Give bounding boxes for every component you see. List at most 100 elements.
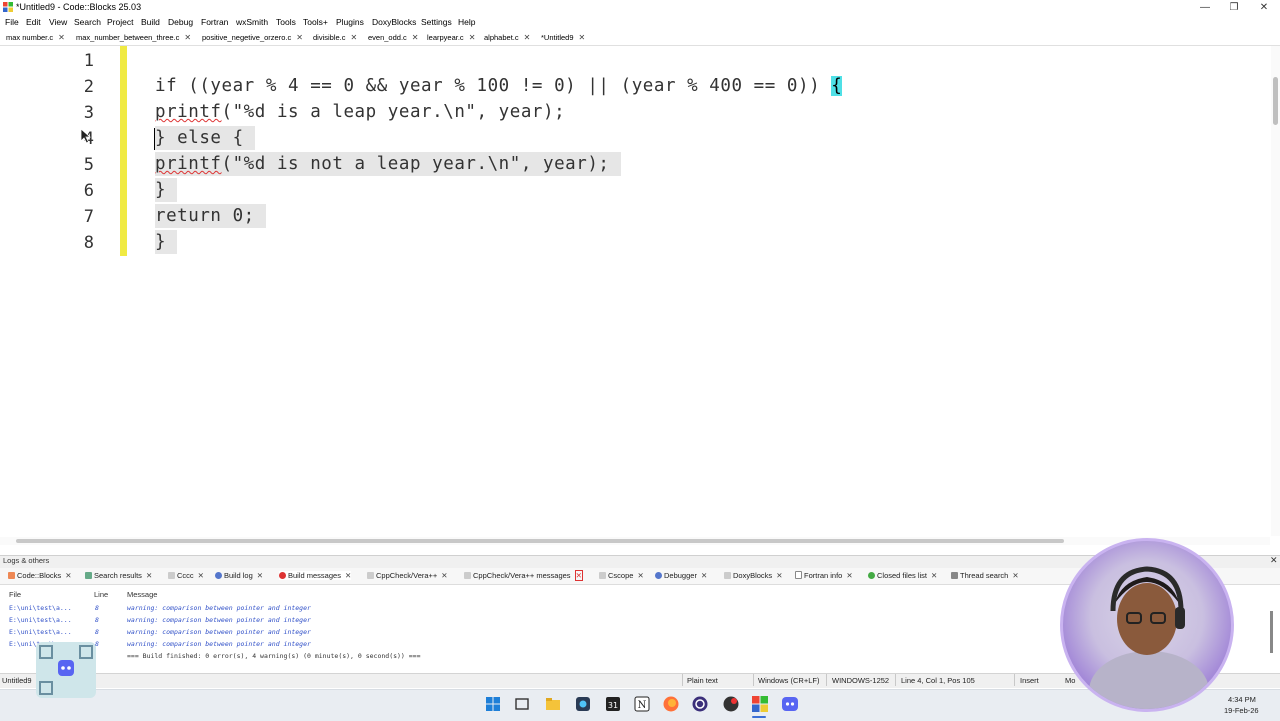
log-file-cell[interactable]: E:\uni\test\a... <box>9 604 72 612</box>
menu-tools-plus[interactable]: Tools+ <box>303 17 328 27</box>
logs-tab-closed-files[interactable]: Closed files list ✕ <box>868 571 937 580</box>
logs-tab-codeblocks[interactable]: Code::Blocks ✕ <box>8 571 71 580</box>
logs-tab-search-results[interactable]: Search results ✕ <box>85 571 152 580</box>
code-line-selected[interactable]: } else { <box>155 126 255 150</box>
logs-tab-build-log[interactable]: Build log ✕ <box>215 571 263 580</box>
code-line-selected[interactable]: return 0; <box>155 204 266 228</box>
editor-horizontal-scroll-thumb[interactable] <box>16 539 1064 543</box>
maximize-button[interactable]: ❐ <box>1219 0 1249 15</box>
menu-settings[interactable]: Settings <box>421 17 452 27</box>
close-tab-icon[interactable]: ✕ <box>146 571 152 580</box>
close-tab-icon[interactable]: ✕ <box>65 571 71 580</box>
windows-start-icon[interactable] <box>484 695 502 713</box>
close-tab-icon[interactable]: ✕ <box>441 571 447 580</box>
code-line-selected[interactable]: } <box>155 230 178 254</box>
code-editor[interactable]: 1 2 3 4 5 6 7 8 if ((year % 4 == 0 && ye… <box>0 46 1270 536</box>
code-line[interactable]: printf("%d is a leap year.\n", year); <box>155 100 565 124</box>
column-header-line[interactable]: Line <box>94 590 108 599</box>
code-line-selected[interactable]: } <box>155 178 178 202</box>
menu-help[interactable]: Help <box>458 17 475 27</box>
file-tab[interactable]: divisible.c ✕ <box>313 33 357 42</box>
logs-tab-thread-search[interactable]: Thread search ✕ <box>951 571 1019 580</box>
log-file-cell[interactable]: E:\uni\test\a... <box>9 628 72 636</box>
status-language[interactable]: Plain text <box>687 676 718 685</box>
close-tab-icon[interactable]: ✕ <box>1012 571 1018 580</box>
logs-tab-cppcheck[interactable]: CppCheck/Vera++ ✕ <box>367 571 448 580</box>
snipping-tool-icon[interactable] <box>574 695 592 713</box>
log-message-cell[interactable]: warning: comparison between pointer and … <box>127 628 311 636</box>
close-tab-icon[interactable]: ✕ <box>184 33 191 42</box>
obs-icon[interactable] <box>691 695 709 713</box>
code-line[interactable]: if ((year % 4 == 0 && year % 100 != 0) |… <box>155 74 843 98</box>
close-tab-icon[interactable]: ✕ <box>579 33 586 42</box>
close-tab-icon[interactable]: ✕ <box>351 33 358 42</box>
close-tab-icon[interactable]: ✕ <box>931 571 937 580</box>
logs-tab-debugger[interactable]: Debugger ✕ <box>655 571 707 580</box>
file-tab-active[interactable]: *Untitled9 ✕ <box>541 33 585 42</box>
codeblocks-taskbar-icon[interactable] <box>751 695 769 713</box>
file-explorer-icon[interactable] <box>544 695 562 713</box>
menu-search[interactable]: Search <box>74 17 101 27</box>
menu-build[interactable]: Build <box>141 17 160 27</box>
log-message-cell[interactable]: warning: comparison between pointer and … <box>127 604 311 612</box>
menu-debug[interactable]: Debug <box>168 17 193 27</box>
app-icon[interactable] <box>722 695 740 713</box>
logs-tab-cccc[interactable]: Cccc ✕ <box>168 571 204 580</box>
close-button[interactable]: ✕ <box>1249 0 1279 15</box>
menu-project[interactable]: Project <box>107 17 133 27</box>
editor-vertical-scroll-thumb[interactable] <box>1273 77 1278 125</box>
close-tab-icon[interactable]: ✕ <box>257 571 263 580</box>
logs-tab-cscope[interactable]: Cscope ✕ <box>599 571 644 580</box>
logs-close-icon[interactable]: ✕ <box>1270 555 1278 566</box>
close-tab-icon[interactable]: ✕ <box>412 33 419 42</box>
close-tab-icon[interactable]: ✕ <box>58 33 65 42</box>
log-message-cell[interactable]: warning: comparison between pointer and … <box>127 640 311 648</box>
firefox-icon[interactable] <box>662 695 680 713</box>
log-file-cell[interactable]: E:\uni\test\a... <box>9 616 72 624</box>
status-eol[interactable]: Windows (CR+LF) <box>758 676 819 685</box>
menu-file[interactable]: File <box>5 17 19 27</box>
menu-fortran[interactable]: Fortran <box>201 17 228 27</box>
log-line-cell[interactable]: 8 <box>95 604 99 612</box>
close-tab-icon[interactable]: ✕ <box>701 571 707 580</box>
close-tab-icon[interactable]: ✕ <box>846 571 852 580</box>
menu-view[interactable]: View <box>49 17 67 27</box>
calendar-icon[interactable]: 31 <box>604 695 622 713</box>
status-insert-mode[interactable]: Insert <box>1020 676 1039 685</box>
close-tab-icon[interactable]: ✕ <box>776 571 782 580</box>
build-summary[interactable]: === Build finished: 0 error(s), 4 warnin… <box>127 652 421 660</box>
log-line-cell[interactable]: 8 <box>95 616 99 624</box>
logs-tab-fortran-info[interactable]: Fortran info ✕ <box>795 571 853 580</box>
file-tab[interactable]: even_odd.c ✕ <box>368 33 419 42</box>
clock-date[interactable]: 19-Feb-26 <box>1224 706 1259 715</box>
column-header-file[interactable]: File <box>9 590 21 599</box>
close-tab-icon[interactable]: ✕ <box>296 33 303 42</box>
logs-tab-cppcheck-messages[interactable]: CppCheck/Vera++ messages ✕ <box>464 570 583 581</box>
close-tab-icon[interactable]: ✕ <box>469 33 476 42</box>
menu-plugins[interactable]: Plugins <box>336 17 364 27</box>
menu-edit[interactable]: Edit <box>26 17 41 27</box>
menu-wxsmith[interactable]: wxSmith <box>236 17 268 27</box>
logs-tab-doxyblocks[interactable]: DoxyBlocks ✕ <box>724 571 782 580</box>
close-tab-icon[interactable]: ✕ <box>345 571 351 580</box>
logs-scroll-thumb[interactable] <box>1270 611 1273 653</box>
menu-doxyblocks[interactable]: DoxyBlocks <box>372 17 416 27</box>
logs-tab-build-messages[interactable]: Build messages ✕ <box>279 571 352 580</box>
status-encoding[interactable]: WINDOWS-1252 <box>832 676 889 685</box>
file-tab[interactable]: positive_negetive_orzero.c ✕ <box>202 33 303 42</box>
close-tab-icon[interactable]: ✕ <box>198 571 204 580</box>
log-line-cell[interactable]: 8 <box>95 628 99 636</box>
file-tab[interactable]: max_number_between_three.c ✕ <box>76 33 191 42</box>
notion-icon[interactable]: N <box>633 695 651 713</box>
file-tab[interactable]: max number.c ✕ <box>6 33 65 42</box>
clock-time[interactable]: 4:34 PM <box>1228 695 1256 704</box>
menu-tools[interactable]: Tools <box>276 17 296 27</box>
close-tab-icon[interactable]: ✕ <box>574 570 583 581</box>
file-tab[interactable]: alphabet.c ✕ <box>484 33 530 42</box>
column-header-message[interactable]: Message <box>127 590 157 599</box>
discord-icon[interactable] <box>781 695 799 713</box>
file-tab[interactable]: learpyear.c ✕ <box>427 33 475 42</box>
close-tab-icon[interactable]: ✕ <box>637 571 643 580</box>
minimize-button[interactable]: — <box>1190 0 1220 15</box>
code-line-selected[interactable]: printf("%d is not a leap year.\n", year)… <box>155 152 621 176</box>
